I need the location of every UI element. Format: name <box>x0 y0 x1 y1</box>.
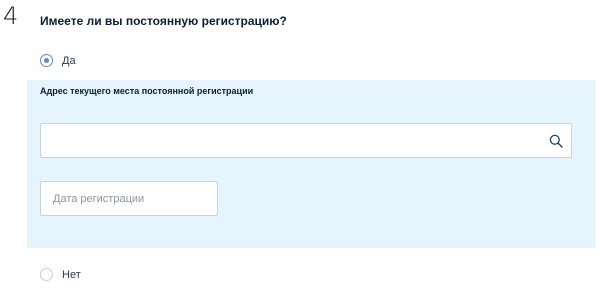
address-search-input[interactable] <box>41 124 531 157</box>
registration-date-field[interactable] <box>40 181 218 216</box>
registration-form-step: 4 Имеете ли вы постоянную регистрацию? Д… <box>0 0 600 306</box>
option-no[interactable]: Нет <box>40 268 81 281</box>
registration-date-input[interactable] <box>41 182 217 215</box>
option-yes[interactable]: Да <box>40 54 76 67</box>
step-number: 4 <box>3 2 19 30</box>
option-yes-label: Да <box>62 54 76 67</box>
address-label: Адрес текущего места постоянной регистра… <box>40 86 254 96</box>
radio-no-unselected[interactable] <box>40 268 53 281</box>
option-no-label: Нет <box>62 268 81 281</box>
search-icon[interactable] <box>549 134 563 148</box>
question-title: Имеете ли вы постоянную регистрацию? <box>40 14 287 28</box>
address-panel: Адрес текущего места постоянной регистра… <box>27 80 595 248</box>
radio-yes-selected[interactable] <box>40 54 53 67</box>
address-search-field[interactable] <box>40 123 572 158</box>
